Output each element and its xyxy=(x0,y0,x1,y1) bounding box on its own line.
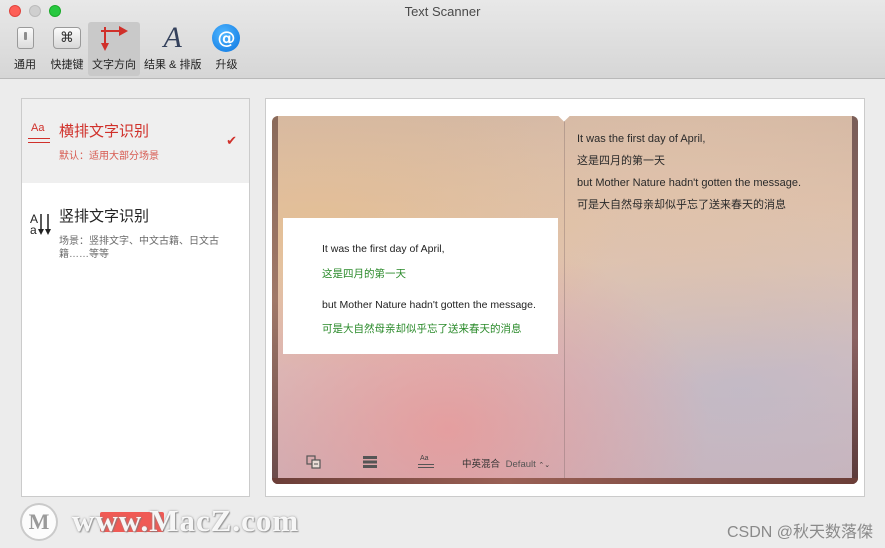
text-direction-options: Aa 横排文字识别 默认：适用大部分场景 ✔ A a 竖排文字识别 场景：竖排文… xyxy=(21,98,250,497)
toolbar-item-results-layout[interactable]: A 结果 & 排版 xyxy=(140,22,205,76)
toolbar-item-label: 通用 xyxy=(14,59,36,71)
general-switch-icon xyxy=(16,27,34,49)
text-direction-arrows-icon xyxy=(101,26,128,51)
language-mode-label: 中英混合 xyxy=(462,459,501,470)
result-line-chinese: 这是四月的第一天 xyxy=(322,268,406,280)
serif-a-icon: A xyxy=(163,21,182,54)
language-mode-value: Default xyxy=(505,459,536,470)
upgrade-at-icon: @ xyxy=(212,24,241,52)
option-horizontal-recognition[interactable]: Aa 横排文字识别 默认：适用大部分场景 ✔ xyxy=(22,99,249,183)
option-vertical-recognition[interactable]: A a 竖排文字识别 场景：竖排文字、中文古籍、日文古籍……等等 xyxy=(22,183,249,273)
result-line-english: but Mother Nature hadn't gotten the mess… xyxy=(322,299,536,311)
text-style-icon[interactable]: Aa xyxy=(418,455,436,469)
preview-divider xyxy=(564,116,565,478)
preferences-toolbar: 通用 ⌘ 快捷键 文字方向 A 结果 & 排版 @ 升级 xyxy=(4,22,247,76)
title-bar: Text Scanner 通用 ⌘ 快捷键 文字方向 A 结果 & 排版 @ 升… xyxy=(0,0,885,79)
toolbar-item-text-direction[interactable]: 文字方向 xyxy=(88,22,140,76)
option-title: 竖排文字识别 xyxy=(59,208,150,225)
recognized-line: It was the first day of April, xyxy=(577,133,706,145)
recognized-line: 这是四月的第一天 xyxy=(577,155,665,167)
horizontal-text-icon: Aa xyxy=(28,123,52,143)
result-line-chinese: 可是大自然母亲却似乎忘了送来春天的消息 xyxy=(322,323,522,335)
csdn-watermark: CSDN @秋天数落傑 xyxy=(726,524,873,541)
toolbar-item-label: 快捷键 xyxy=(50,59,84,71)
selected-checkmark-icon: ✔ xyxy=(226,133,237,148)
list-icon[interactable] xyxy=(362,455,378,469)
toolbar-item-label: 文字方向 xyxy=(92,59,136,71)
recognized-line: but Mother Nature hadn't gotten the mess… xyxy=(577,177,802,189)
preview-image: It was the first day of April, 这是四月的第一天 … xyxy=(272,116,858,484)
language-mode-select[interactable]: 中英混合 Default ⌃⌄ xyxy=(462,456,550,470)
option-description: 场景：竖排文字、中文古籍、日文古籍……等等 xyxy=(59,236,219,260)
recognized-text-preview: It was the first day of April, 这是四月的第一天 … xyxy=(577,128,847,216)
option-title: 横排文字识别 xyxy=(59,123,150,140)
recognized-line: 可是大自然母亲却似乎忘了送来春天的消息 xyxy=(577,199,786,211)
toolbar-item-general[interactable]: 通用 xyxy=(4,22,46,76)
option-description: 默认：适用大部分场景 xyxy=(59,151,159,162)
vertical-text-icon: A a xyxy=(28,213,52,239)
toolbar-item-label: 结果 & 排版 xyxy=(144,59,202,71)
macz-logo-icon: M xyxy=(20,503,58,541)
preview-panel: It was the first day of April, 这是四月的第一天 … xyxy=(265,98,865,497)
preview-bottom-bar: Aa 中英混合 Default ⌃⌄ xyxy=(272,452,564,474)
toolbar-item-shortcuts[interactable]: ⌘ 快捷键 xyxy=(46,22,88,76)
recognition-result-card: It was the first day of April, 这是四月的第一天 … xyxy=(283,218,558,354)
translate-icon[interactable] xyxy=(306,455,322,469)
watermark-text: www.MacZ.com xyxy=(72,503,300,538)
command-key-icon: ⌘ xyxy=(53,27,81,49)
result-line-english: It was the first day of April, xyxy=(322,243,445,255)
chevron-updown-icon: ⌃⌄ xyxy=(538,462,551,469)
toolbar-item-label: 升级 xyxy=(215,59,238,71)
window-title: Text Scanner xyxy=(404,4,481,19)
toolbar-item-upgrade[interactable]: @ 升级 xyxy=(205,22,247,76)
